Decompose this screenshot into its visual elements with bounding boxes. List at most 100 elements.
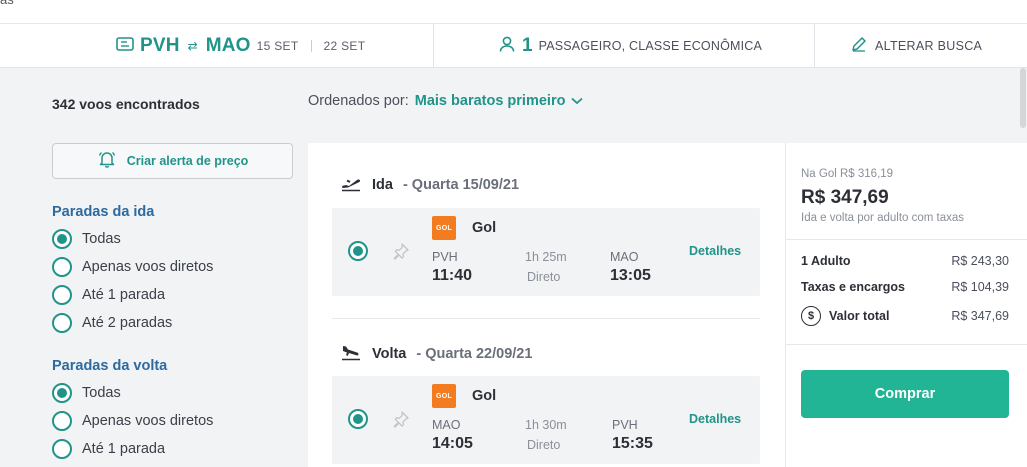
leg-direction: Volta bbox=[372, 346, 407, 362]
departure-time: 11:40 bbox=[432, 267, 473, 284]
destination-code: MAO bbox=[205, 35, 251, 56]
outbound-option-all[interactable]: Todas bbox=[52, 229, 121, 249]
price-row-value: R$ 347,69 bbox=[951, 309, 1009, 323]
flight-duration: 1h 30m bbox=[525, 418, 567, 432]
price-row-taxes: Taxas e encargos R$ 104,39 bbox=[801, 280, 1009, 294]
buy-button[interactable]: Comprar bbox=[801, 370, 1009, 418]
flight-radio-selected[interactable] bbox=[348, 241, 368, 261]
return-date: 22 SET bbox=[323, 39, 366, 53]
search-summary-bar: PVH ⇄ MAO 15 SET 22 SET 1 PASSAGEIRO, CL… bbox=[0, 24, 1027, 68]
flight-option[interactable]: GOL Gol MAO 14:05 1h 30m Direto PVH 15:3… bbox=[332, 376, 760, 464]
outbound-date: 15 SET bbox=[256, 39, 299, 53]
radio-selected[interactable] bbox=[52, 229, 72, 249]
radio[interactable] bbox=[52, 257, 72, 277]
option-label: Até 1 parada bbox=[82, 287, 166, 303]
price-row-adult: 1 Adulto R$ 243,30 bbox=[801, 254, 1009, 268]
flight-duration: 1h 25m bbox=[525, 250, 567, 264]
leg-direction: Ida bbox=[372, 177, 393, 193]
cut-off-text: as bbox=[0, 0, 14, 7]
arrival-time: 13:05 bbox=[610, 267, 651, 284]
radio[interactable] bbox=[52, 285, 72, 305]
sort-value: Mais baratos primeiro bbox=[414, 93, 566, 109]
route-summary[interactable]: PVH ⇄ MAO 15 SET 22 SET bbox=[116, 24, 365, 68]
divider bbox=[433, 24, 434, 68]
date-separator bbox=[310, 40, 312, 52]
details-link[interactable]: Detalhes bbox=[689, 244, 741, 258]
passenger-count: 1 bbox=[522, 35, 533, 56]
scrollbar-thumb[interactable] bbox=[1020, 68, 1026, 128]
price-row-total: $ Valor total R$ 347,69 bbox=[801, 306, 1009, 326]
passenger-class-text: PASSAGEIRO, CLASSE ECONÔMICA bbox=[538, 39, 763, 53]
outbound-option-one-stop[interactable]: Até 1 parada bbox=[52, 285, 165, 305]
chevron-down-icon bbox=[571, 93, 584, 109]
price-row-label-wrap: $ Valor total bbox=[801, 306, 889, 326]
airline-name: Gol bbox=[472, 220, 497, 236]
radio[interactable] bbox=[52, 313, 72, 333]
flight-result-card: Ida - Quarta 15/09/21 GOL Gol PVH 11:40 … bbox=[308, 143, 786, 467]
arrival-airport: MAO bbox=[610, 250, 639, 264]
price-row-label: Taxas e encargos bbox=[801, 280, 905, 294]
price-alert-button[interactable]: Criar alerta de preço bbox=[52, 143, 293, 179]
swap-icon: ⇄ bbox=[187, 39, 198, 53]
origin-code: PVH bbox=[140, 35, 180, 56]
divider bbox=[786, 239, 1027, 240]
return-option-one-stop[interactable]: Até 1 parada bbox=[52, 439, 165, 459]
total-price: R$ 347,69 bbox=[801, 187, 889, 208]
edit-search-button[interactable]: ALTERAR BUSCA bbox=[851, 24, 982, 68]
leg-divider bbox=[332, 318, 760, 319]
plane-takeoff-icon bbox=[340, 174, 362, 196]
return-leg-header: Volta - Quarta 22/09/21 bbox=[340, 343, 532, 365]
edit-search-label: ALTERAR BUSCA bbox=[875, 39, 983, 53]
leg-date: - Quarta 22/09/21 bbox=[416, 346, 533, 362]
gol-logo: GOL bbox=[432, 384, 456, 408]
pin-icon[interactable] bbox=[392, 410, 410, 433]
flight-option[interactable]: GOL Gol PVH 11:40 1h 25m Direto MAO 13:0… bbox=[332, 208, 760, 296]
return-stops-title: Paradas da volta bbox=[52, 358, 168, 374]
leg-date: - Quarta 15/09/21 bbox=[402, 177, 520, 193]
plane-landing-icon bbox=[340, 343, 362, 365]
airline-name: Gol bbox=[472, 388, 497, 404]
ticket-icon bbox=[116, 36, 134, 56]
flight-radio-selected[interactable] bbox=[348, 409, 368, 429]
radio-selected[interactable] bbox=[52, 383, 72, 403]
price-alert-label: Criar alerta de preço bbox=[126, 154, 249, 168]
details-link[interactable]: Detalhes bbox=[689, 412, 741, 426]
price-description: Ida e volta por adulto com taxas bbox=[801, 212, 965, 224]
option-label: Todas bbox=[82, 385, 121, 401]
arrival-airport: PVH bbox=[612, 418, 638, 432]
option-label: Até 1 parada bbox=[82, 441, 166, 457]
divider bbox=[814, 24, 815, 68]
price-row-value: R$ 104,39 bbox=[951, 280, 1009, 294]
outbound-stops-title: Paradas da ida bbox=[52, 204, 155, 220]
departure-airport: MAO bbox=[432, 418, 461, 432]
outbound-option-direct[interactable]: Apenas voos diretos bbox=[52, 257, 213, 277]
price-row-label: 1 Adulto bbox=[801, 254, 851, 268]
return-option-all[interactable]: Todas bbox=[52, 383, 121, 403]
airline-price-hint: Na Gol R$ 316,19 bbox=[801, 168, 894, 180]
bell-icon bbox=[97, 149, 117, 174]
flight-stops: Direto bbox=[527, 438, 561, 452]
passenger-summary[interactable]: 1 PASSAGEIRO, CLASSE ECONÔMICA bbox=[498, 24, 762, 68]
radio[interactable] bbox=[52, 439, 72, 459]
price-row-value: R$ 243,30 bbox=[951, 254, 1009, 268]
outbound-leg-header: Ida - Quarta 15/09/21 bbox=[340, 174, 519, 196]
departure-time: 14:05 bbox=[432, 435, 473, 452]
sort-dropdown[interactable]: Ordenados por: Mais baratos primeiro bbox=[308, 93, 584, 109]
pin-icon[interactable] bbox=[392, 242, 410, 265]
option-label: Apenas voos diretos bbox=[82, 413, 214, 429]
pencil-icon bbox=[851, 36, 867, 57]
price-summary-panel: Na Gol R$ 316,19 R$ 347,69 Ida e volta p… bbox=[786, 143, 1027, 467]
radio[interactable] bbox=[52, 411, 72, 431]
option-label: Até 2 paradas bbox=[82, 315, 173, 331]
option-label: Todas bbox=[82, 231, 121, 247]
top-strip: as bbox=[0, 0, 1027, 24]
arrival-time: 15:35 bbox=[612, 435, 653, 452]
gol-logo: GOL bbox=[432, 216, 456, 240]
outbound-option-two-stops[interactable]: Até 2 paradas bbox=[52, 313, 172, 333]
person-icon bbox=[498, 35, 516, 58]
return-option-direct[interactable]: Apenas voos diretos bbox=[52, 411, 213, 431]
divider bbox=[786, 344, 1027, 345]
departure-airport: PVH bbox=[432, 250, 458, 264]
option-label: Apenas voos diretos bbox=[82, 259, 214, 275]
price-row-label: Valor total bbox=[829, 309, 890, 323]
